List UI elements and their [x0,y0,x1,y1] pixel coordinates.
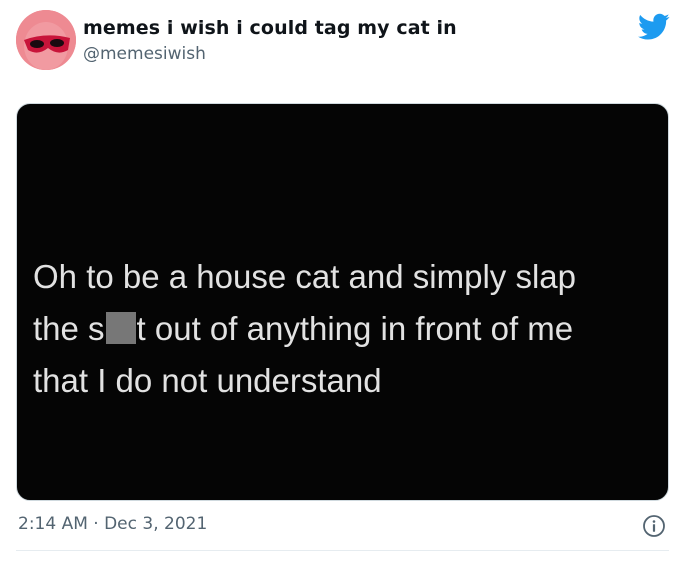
twitter-bird-icon[interactable] [638,13,670,41]
author-handle[interactable]: @memesiwish [83,44,206,64]
tweet-media-image[interactable]: Oh to be a house cat and simply slap the… [16,103,669,501]
media-text-line: the st out of anything in front of me [33,310,574,347]
divider [16,550,669,551]
info-icon[interactable] [642,514,666,538]
avatar[interactable] [16,10,76,70]
avatar-image [16,10,76,70]
media-text-line: that I do not understand [33,362,382,399]
media-caption: Oh to be a house cat and simply slap the… [33,251,653,407]
tweet-timestamp[interactable]: 2:14 AM · Dec 3, 2021 [18,514,207,534]
author-display-name[interactable]: memes i wish i could tag my cat in [83,17,457,39]
censor-block [105,312,136,344]
media-text-line: Oh to be a house cat and simply slap [33,258,576,295]
